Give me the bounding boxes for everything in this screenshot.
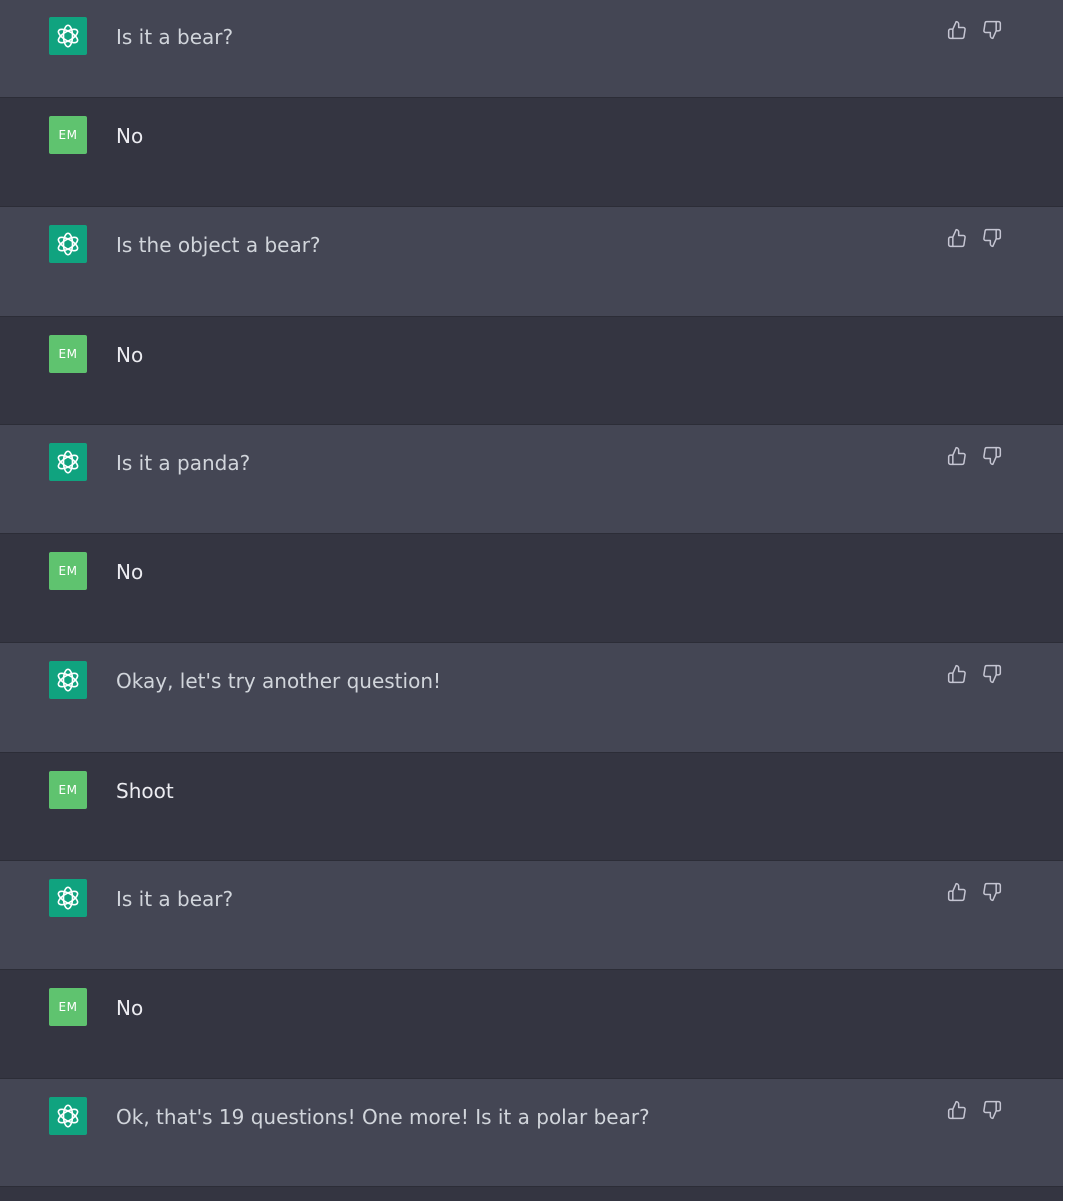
assistant-message: Is it a bear? xyxy=(0,0,1063,97)
openai-logo-icon xyxy=(53,883,83,913)
user-message: EM No xyxy=(0,969,1063,1078)
message-text: Is it a bear? xyxy=(116,25,234,49)
message-text: Okay, let's try another question! xyxy=(116,669,442,693)
user-avatar: EM xyxy=(49,116,87,154)
feedback-buttons xyxy=(946,881,1003,903)
assistant-avatar xyxy=(49,1097,87,1135)
feedback-buttons xyxy=(946,1099,1003,1121)
feedback-buttons xyxy=(946,19,1003,41)
assistant-message: Is it a panda? xyxy=(0,424,1063,533)
feedback-buttons xyxy=(946,227,1003,249)
user-message: EM No xyxy=(0,316,1063,424)
user-avatar: EM xyxy=(49,988,87,1026)
feedback-buttons xyxy=(946,445,1003,467)
openai-logo-icon xyxy=(53,21,83,51)
assistant-avatar xyxy=(49,17,87,55)
thumbs-up-icon[interactable] xyxy=(946,663,968,685)
assistant-avatar xyxy=(49,879,87,917)
message-text: Shoot xyxy=(116,779,174,803)
thumbs-up-icon[interactable] xyxy=(946,881,968,903)
message-text: Is it a bear? xyxy=(116,887,234,911)
message-text: Is the object a bear? xyxy=(116,233,321,257)
feedback-buttons xyxy=(946,663,1003,685)
message-text: Ok, that's 19 questions! One more! Is it… xyxy=(116,1105,650,1129)
user-message: EM No xyxy=(0,97,1063,206)
assistant-message: Okay, let's try another question! xyxy=(0,642,1063,752)
openai-logo-icon xyxy=(53,447,83,477)
thumbs-down-icon[interactable] xyxy=(981,1099,1003,1121)
user-avatar: EM xyxy=(49,335,87,373)
assistant-message: Is the object a bear? xyxy=(0,206,1063,316)
openai-logo-icon xyxy=(53,665,83,695)
message-text: No xyxy=(116,560,144,584)
user-avatar: EM xyxy=(49,771,87,809)
thumbs-down-icon[interactable] xyxy=(981,227,1003,249)
message-text: Is it a panda? xyxy=(116,451,251,475)
user-message: EM Shoot xyxy=(0,752,1063,860)
assistant-message: Ok, that's 19 questions! One more! Is it… xyxy=(0,1078,1063,1186)
message-text: No xyxy=(116,124,144,148)
openai-logo-icon xyxy=(53,1101,83,1131)
message-text: No xyxy=(116,996,144,1020)
thumbs-up-icon[interactable] xyxy=(946,445,968,467)
openai-logo-icon xyxy=(53,229,83,259)
thumbs-down-icon[interactable] xyxy=(981,19,1003,41)
assistant-avatar xyxy=(49,661,87,699)
thumbs-up-icon[interactable] xyxy=(946,227,968,249)
thumbs-up-icon[interactable] xyxy=(946,19,968,41)
thumbs-up-icon[interactable] xyxy=(946,1099,968,1121)
assistant-avatar xyxy=(49,443,87,481)
assistant-message: Is it a bear? xyxy=(0,860,1063,969)
message-text: No xyxy=(116,343,144,367)
chat-thread: Is it a bear? EM No Is the object a bear? EM… xyxy=(0,0,1063,1201)
user-avatar: EM xyxy=(49,552,87,590)
assistant-avatar xyxy=(49,225,87,263)
thumbs-down-icon[interactable] xyxy=(981,881,1003,903)
thumbs-down-icon[interactable] xyxy=(981,663,1003,685)
next-message-edge xyxy=(0,1186,1063,1201)
user-message: EM No xyxy=(0,533,1063,642)
thumbs-down-icon[interactable] xyxy=(981,445,1003,467)
